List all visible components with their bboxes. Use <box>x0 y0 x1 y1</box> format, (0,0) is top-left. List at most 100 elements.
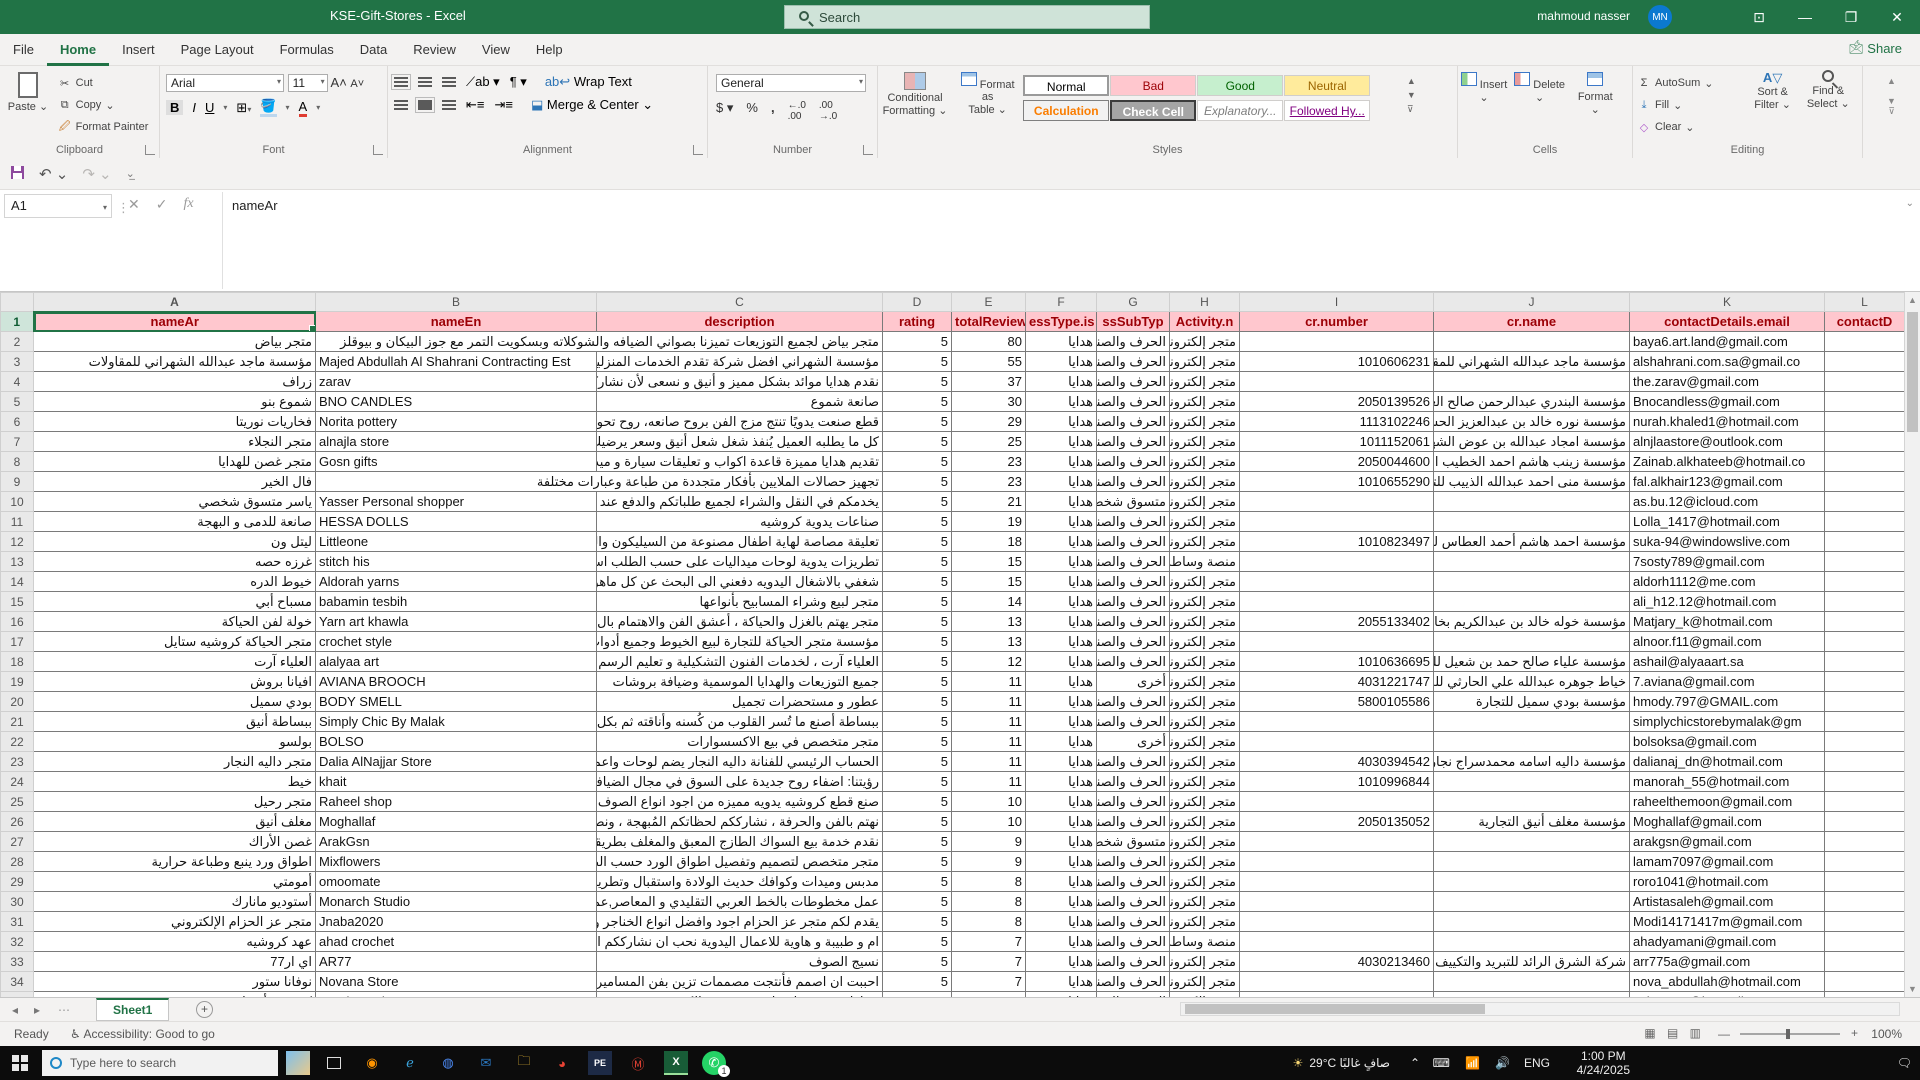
cell-email[interactable]: dalianaj_dn@hotmail.com <box>1630 752 1825 772</box>
cell-businessType[interactable]: هدايا <box>1026 772 1097 792</box>
cell-rating[interactable]: 5 <box>883 512 952 532</box>
increase-decimal-icon[interactable]: ←.0.00 <box>788 100 806 122</box>
cell-businessSubType[interactable]: الحرف والصنا <box>1097 552 1170 572</box>
cell-nameEn[interactable]: khait <box>316 772 597 792</box>
cell-activity[interactable]: متجر إلكتروني <box>1170 532 1240 552</box>
task-view-icon[interactable] <box>322 1051 346 1075</box>
field-header-10[interactable]: cr.name <box>1434 312 1630 332</box>
new-sheet-button[interactable]: + <box>196 1001 213 1018</box>
cell-businessSubType[interactable]: أخرى <box>1097 732 1170 752</box>
cell-nameEn[interactable]: Majed Abdullah Al Shahrani Contracting E… <box>316 352 597 372</box>
cell-cr-name[interactable]: مؤسسة زينب هاشم احمد الخطيب التجار <box>1434 452 1630 472</box>
grow-font-icon[interactable]: A˄ <box>331 75 347 90</box>
cell-rating[interactable]: 5 <box>883 452 952 472</box>
cell-businessType[interactable]: هدايا <box>1026 692 1097 712</box>
volume-icon[interactable]: 🔊 <box>1495 1046 1510 1080</box>
align-right-icon[interactable] <box>442 100 456 110</box>
cell-cr-name[interactable] <box>1434 572 1630 592</box>
column-header-G[interactable]: G <box>1097 293 1170 312</box>
redo-button[interactable]: ↷ ⌄ <box>82 165 111 183</box>
cell-businessType[interactable]: هدايا <box>1026 852 1097 872</box>
minimize-button[interactable]: — <box>1782 0 1828 34</box>
cell-email[interactable]: Modi14171417m@gmail.com <box>1630 912 1825 932</box>
undo-button[interactable]: ↶ ⌄ <box>39 165 68 183</box>
cell-cr-number[interactable]: 4031221747 <box>1240 672 1434 692</box>
cell-activity[interactable]: منصة وساطة <box>1170 932 1240 952</box>
cell-nameAr[interactable]: متجر غصن للهدايا <box>34 452 316 472</box>
cell-contact-phone[interactable] <box>1825 372 1905 392</box>
row-header-32[interactable]: 32 <box>1 932 34 952</box>
cell-email[interactable]: suka-94@windowslive.com <box>1630 532 1825 552</box>
cell-nameAr[interactable]: شموع بنو <box>34 392 316 412</box>
cell-email[interactable]: ashail@alyaaart.sa <box>1630 652 1825 672</box>
clear-button[interactable]: ◇Clear ⌄ <box>1633 116 1743 138</box>
restore-button[interactable]: ❐ <box>1828 0 1874 34</box>
row-header-20[interactable]: 20 <box>1 692 34 712</box>
autosum-button[interactable]: ΣAutoSum ⌄ <box>1633 72 1743 94</box>
cell-cr-name[interactable] <box>1434 492 1630 512</box>
cell-rating[interactable]: 5 <box>883 772 952 792</box>
cell-description[interactable]: نهتم بالفن والحرفة ، نشارككم لحظاتكم الم… <box>597 812 883 832</box>
cell-nameEn[interactable]: HESSA DOLLS <box>316 512 597 532</box>
cell-cr-number[interactable]: 5800105586 <box>1240 692 1434 712</box>
cell-cr-name[interactable]: مؤسسة مغلف أنيق التجارية <box>1434 812 1630 832</box>
cell-contact-phone[interactable] <box>1825 532 1905 552</box>
row-header-31[interactable]: 31 <box>1 912 34 932</box>
row-header-10[interactable]: 10 <box>1 492 34 512</box>
cell-cr-number[interactable] <box>1240 592 1434 612</box>
font-size-select[interactable]: 11▾ <box>288 74 328 92</box>
cell-description[interactable]: مؤسسة الشهراني افضل شركة تقدم الخدمات ال… <box>597 352 883 372</box>
cell-cr-number[interactable]: 2055133402 <box>1240 612 1434 632</box>
cell-nameAr[interactable]: اي ار77 <box>34 952 316 972</box>
cell-cr-number[interactable] <box>1240 632 1434 652</box>
tab-formulas[interactable]: Formulas <box>267 34 347 63</box>
ribbon-display-options-icon[interactable]: ⊡ <box>1736 0 1782 34</box>
cell-businessSubType[interactable]: الحرف والصنا <box>1097 752 1170 772</box>
cell-businessType[interactable]: هدايا <box>1026 832 1097 852</box>
cell-email[interactable]: baya6.art.land@gmail.com <box>1630 332 1825 352</box>
borders-icon[interactable]: ⊞▾ <box>236 100 251 116</box>
row-header-13[interactable]: 13 <box>1 552 34 572</box>
cell-activity[interactable]: متجر إلكتروني <box>1170 712 1240 732</box>
cell-cr-name[interactable] <box>1434 892 1630 912</box>
horizontal-scroll-thumb[interactable] <box>1185 1004 1485 1014</box>
tab-review[interactable]: Review <box>400 34 469 63</box>
cell-businessSubType[interactable]: الحرف والصنا <box>1097 812 1170 832</box>
cell-contact-phone[interactable] <box>1825 852 1905 872</box>
cell-cr-name[interactable]: مؤسسة علياء صالح حمد بن شعيل للفنون <box>1434 652 1630 672</box>
cell-description[interactable]: يقدم لكم متجر عز الحزام اجود وافضل انواع… <box>597 912 883 932</box>
find-select-button[interactable]: Find &Select ⌄ <box>1802 66 1854 110</box>
cell-cr-number[interactable] <box>1240 372 1434 392</box>
cell-totalReviews[interactable]: 11 <box>952 712 1026 732</box>
name-box[interactable]: A1▾ <box>4 194 112 218</box>
cell-nameAr[interactable]: بولسو <box>34 732 316 752</box>
cell-rating[interactable]: 5 <box>883 812 952 832</box>
cell-nameEn[interactable]: crochet style <box>316 632 597 652</box>
cell-businessSubType[interactable]: الحرف والصنا <box>1097 512 1170 532</box>
cell-cr-name[interactable] <box>1434 912 1630 932</box>
cell-totalReviews[interactable]: 10 <box>952 812 1026 832</box>
cell-businessSubType[interactable]: الحرف والصنا <box>1097 332 1170 352</box>
cell-cr-number[interactable]: 1010655290 <box>1240 472 1434 492</box>
tab-help[interactable]: Help <box>523 34 576 63</box>
row-header-30[interactable]: 30 <box>1 892 34 912</box>
language-indicator[interactable]: ENG <box>1524 1046 1550 1080</box>
cell-nameAr[interactable]: عهد كروشيه <box>34 932 316 952</box>
cell-businessSubType[interactable]: الحرف والصنا <box>1097 952 1170 972</box>
cell-contact-phone[interactable] <box>1825 712 1905 732</box>
row-header-12[interactable]: 12 <box>1 532 34 552</box>
cell-activity[interactable]: متجر إلكتروني <box>1170 472 1240 492</box>
cell-contact-phone[interactable] <box>1825 812 1905 832</box>
cell-description[interactable]: رؤيتنا: اضفاء روح جديدة على السوق في مجا… <box>597 772 883 792</box>
sheet-nav-left-icon[interactable]: ◂ <box>12 1003 18 1017</box>
cell-description[interactable]: ببساطة أصنع ما تُسر القلوب من كُسنه وأنا… <box>597 712 883 732</box>
cell-contact-phone[interactable] <box>1825 772 1905 792</box>
cell-totalReviews[interactable]: 9 <box>952 832 1026 852</box>
cell-nameAr[interactable]: اطواق ورد ينبع وطباعة حرارية <box>34 852 316 872</box>
cell-description[interactable]: العلياء آرت ، لخدمات الفنون التشكيلية و … <box>597 652 883 672</box>
cell-description[interactable]: تعليقة مصاصة لهاية اطفال مصنوعة من السيل… <box>597 532 883 552</box>
cell-nameAr[interactable]: مغلف أنيق <box>34 812 316 832</box>
cell-totalReviews[interactable]: 11 <box>952 672 1026 692</box>
cell-totalReviews[interactable]: 21 <box>952 492 1026 512</box>
cell-contact-phone[interactable] <box>1825 912 1905 932</box>
